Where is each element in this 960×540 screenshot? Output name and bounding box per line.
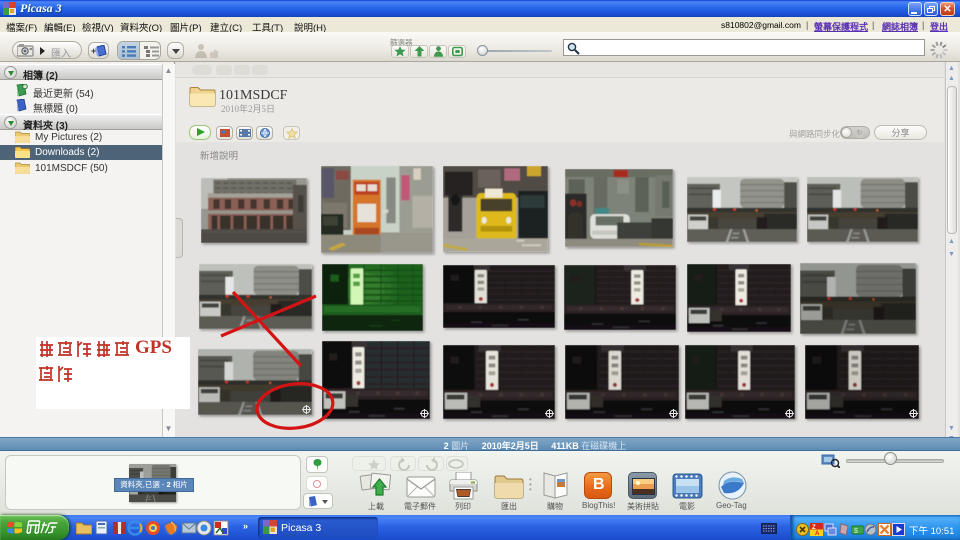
svg-text:+: + bbox=[91, 46, 96, 56]
svg-text:A: A bbox=[815, 531, 820, 536]
svg-text:$: $ bbox=[854, 528, 858, 535]
